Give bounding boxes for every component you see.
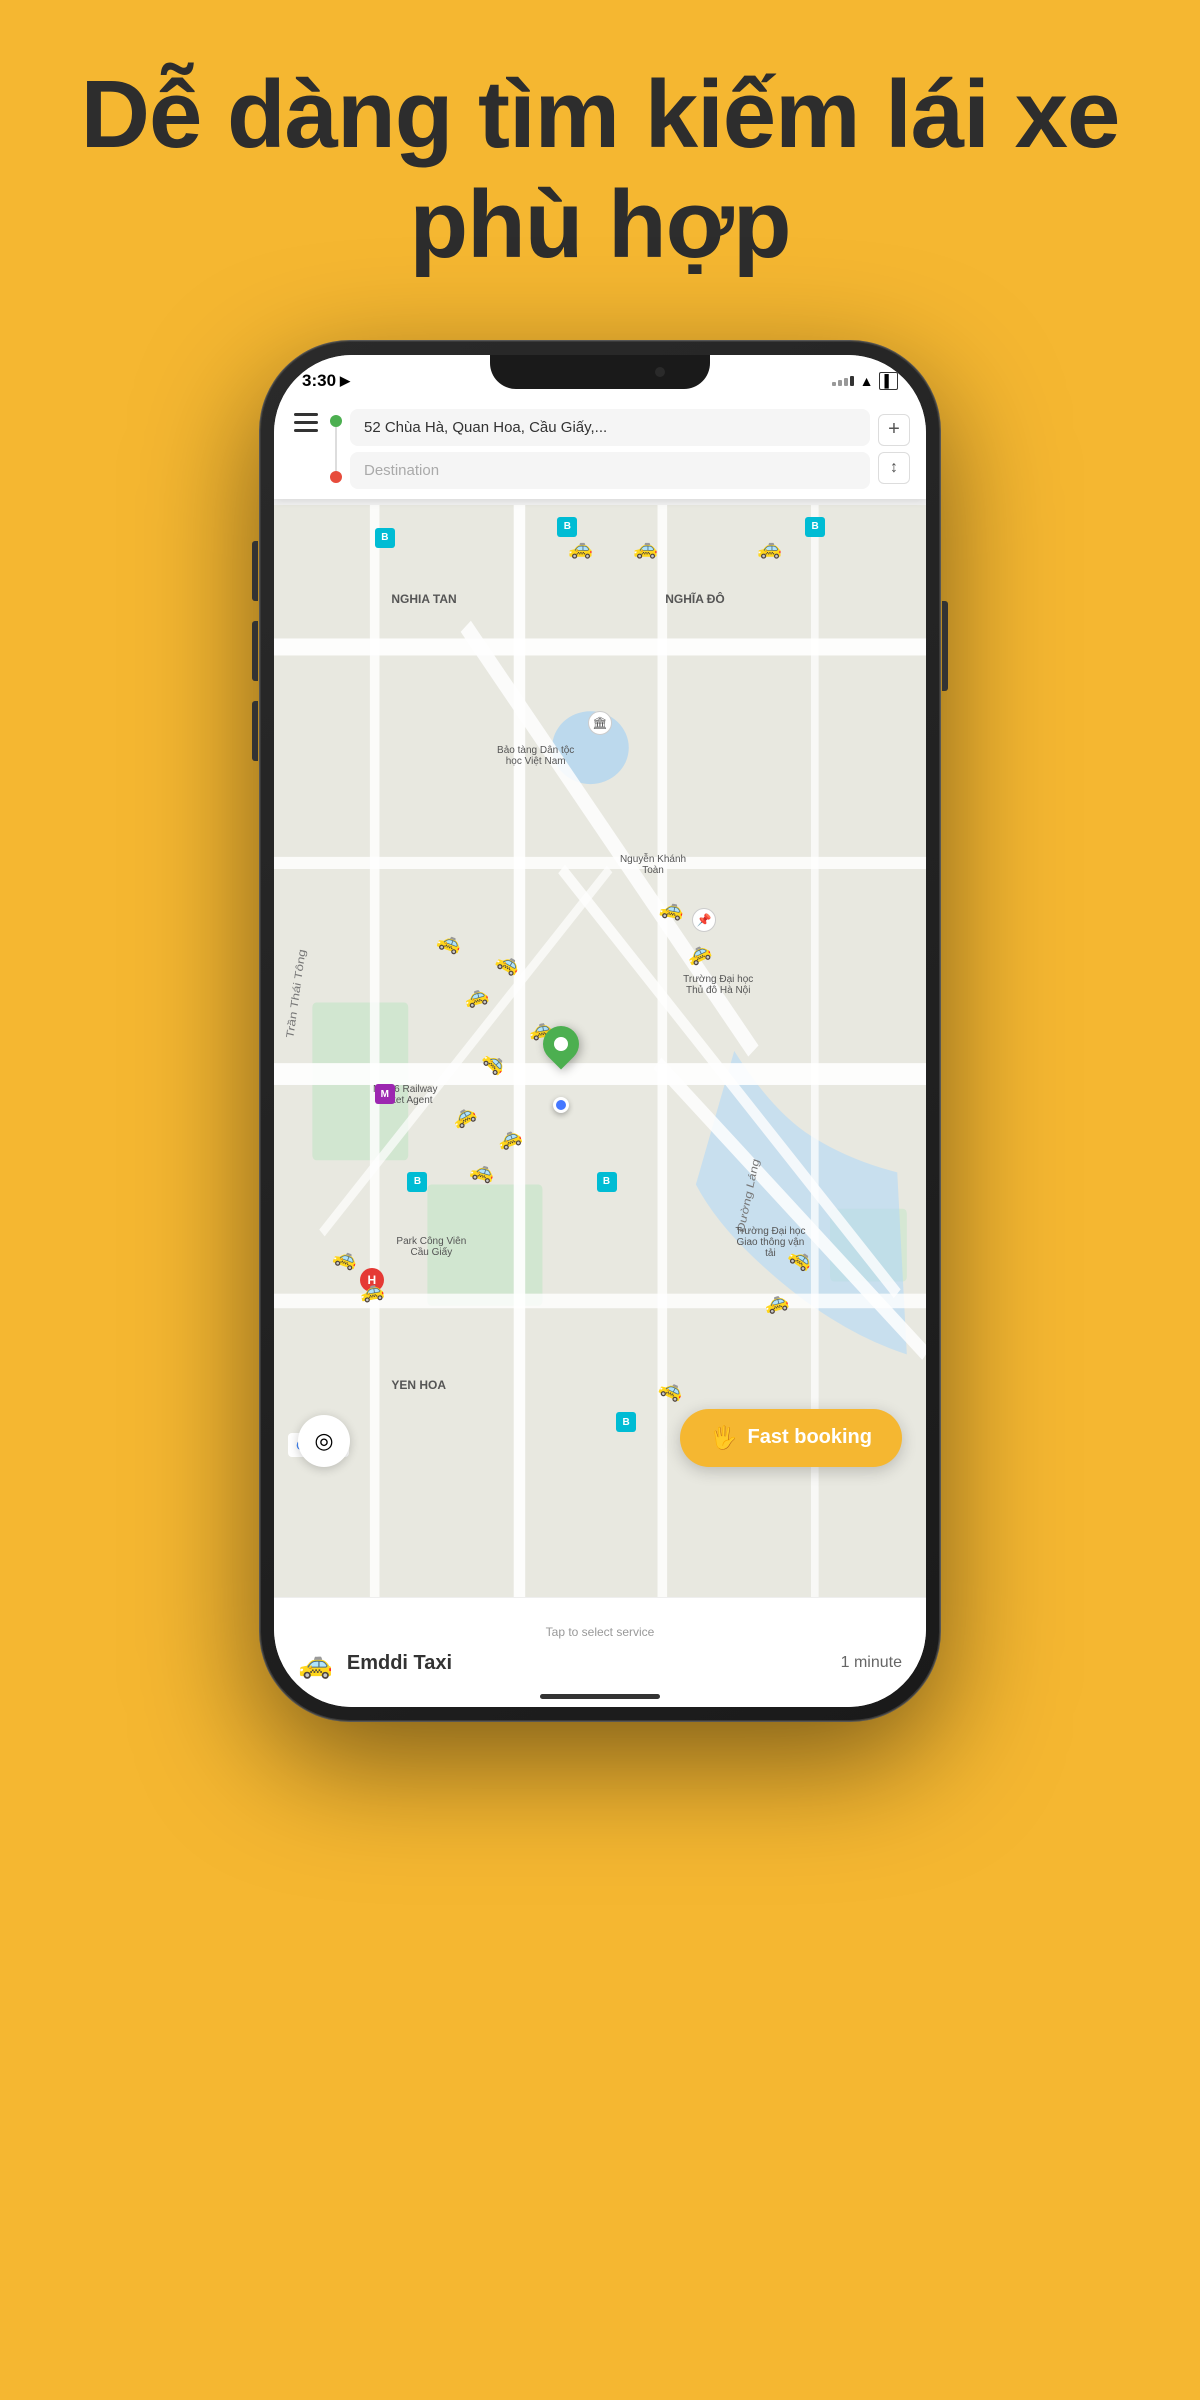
route-indicator (330, 409, 342, 489)
battery-icon: ▌ (879, 372, 898, 390)
fast-booking-icon: 🖐 (710, 1425, 737, 1451)
pickup-input[interactable]: 52 Chùa Hà, Quan Hoa, Cầu Giấy,... (350, 409, 870, 446)
search-inputs: 52 Chùa Hà, Quan Hoa, Cầu Giấy,... Desti… (350, 409, 870, 489)
service-name: Emddi Taxi (347, 1652, 827, 1675)
wifi-icon: ▲ (860, 373, 874, 389)
status-icons: ▲ ▌ (832, 372, 898, 390)
signal-icon (832, 376, 854, 386)
tap-hint: Tap to select service (546, 1625, 655, 1639)
poi-dai-hoc-thu-do: Trường Đại học Thủ đô Hà Nội (678, 974, 758, 996)
destination-dot (330, 471, 342, 483)
phone-notch (490, 355, 710, 389)
taxi-car-12: 🚕 (657, 894, 686, 923)
navigation-arrow-icon: ▶ (340, 373, 350, 389)
pickup-dot (330, 415, 342, 427)
bus-stop-4: B (407, 1172, 427, 1192)
phone-screen: 3:30 ▶ ▲ ▌ (274, 355, 926, 1707)
taxi-service-icon: 🚕 (298, 1647, 333, 1680)
user-location-dot (553, 1097, 569, 1113)
location-pin-inner (554, 1037, 568, 1051)
area-label-nghia-do: NGHĨA ĐÔ (665, 592, 725, 606)
poi-bao-tang: Bảo tàng Dân tộc học Việt Nam (496, 745, 576, 767)
search-area: 52 Chùa Hà, Quan Hoa, Cầu Giấy,... Desti… (274, 399, 926, 499)
location-pin-shape (535, 1018, 586, 1069)
destination-input[interactable]: Destination (350, 452, 870, 489)
area-label-nghia-tan: NGHIA TAN (391, 592, 456, 606)
home-indicator (540, 1694, 660, 1699)
taxi-car-17: 🚕 (357, 1277, 386, 1306)
swap-icon: ↕ (890, 459, 898, 477)
poi-nguyen-khanh-toan: Nguyễn Khánh Toàn (613, 854, 693, 876)
bus-stop-6: B (616, 1412, 636, 1432)
phone-mockup: 3:30 ▶ ▲ ▌ (0, 321, 1200, 1721)
service-row[interactable]: 🚕 Emddi Taxi 1 minute (298, 1647, 902, 1680)
bus-stop-5: B (597, 1172, 617, 1192)
map-container: Trần Thái Tông Đường Láng NGHIA TAN NGHĨ… (274, 505, 926, 1597)
plus-icon: + (888, 418, 900, 441)
add-stop-button[interactable]: + (878, 414, 910, 446)
area-label-yen-hoa: YEN HOA (391, 1378, 446, 1392)
bus-stop-2: B (557, 517, 577, 537)
phone-outer: 3:30 ▶ ▲ ▌ (260, 341, 940, 1721)
poi-park-cau-giay: Park Công Viên Cầu Giấy (391, 1236, 471, 1258)
taxi-car-1: 🚕 (568, 536, 593, 561)
service-time: 1 minute (841, 1654, 902, 1672)
taxi-car-3: 🚕 (757, 536, 782, 561)
page-title: Dễ dàng tìm kiếm lái xe phù hợp (0, 0, 1200, 321)
bottom-bar: Tap to select service 🚕 Emddi Taxi 1 min… (274, 1597, 926, 1707)
location-icon: ◎ (314, 1428, 333, 1454)
map-area[interactable]: Trần Thái Tông Đường Láng NGHIA TAN NGHĨ… (274, 505, 926, 1597)
museum-poi-marker: 🏛 (588, 711, 612, 735)
menu-button[interactable] (290, 409, 322, 489)
bus-stop-3: B (805, 517, 825, 537)
my-location-button[interactable]: ◎ (298, 1415, 350, 1467)
fast-booking-button[interactable]: 🖐 Fast booking (680, 1409, 902, 1467)
taxi-car-2: 🚕 (633, 536, 658, 561)
fast-booking-label: Fast booking (748, 1426, 872, 1449)
bus-stop-1: B (375, 528, 395, 548)
swap-direction-button[interactable]: ↕ (878, 452, 910, 484)
status-time: 3:30 ▶ (302, 371, 350, 391)
user-location-pin (543, 1026, 579, 1062)
metro-stop-1: M (375, 1084, 395, 1104)
university-poi-marker: 📌 (692, 908, 716, 932)
